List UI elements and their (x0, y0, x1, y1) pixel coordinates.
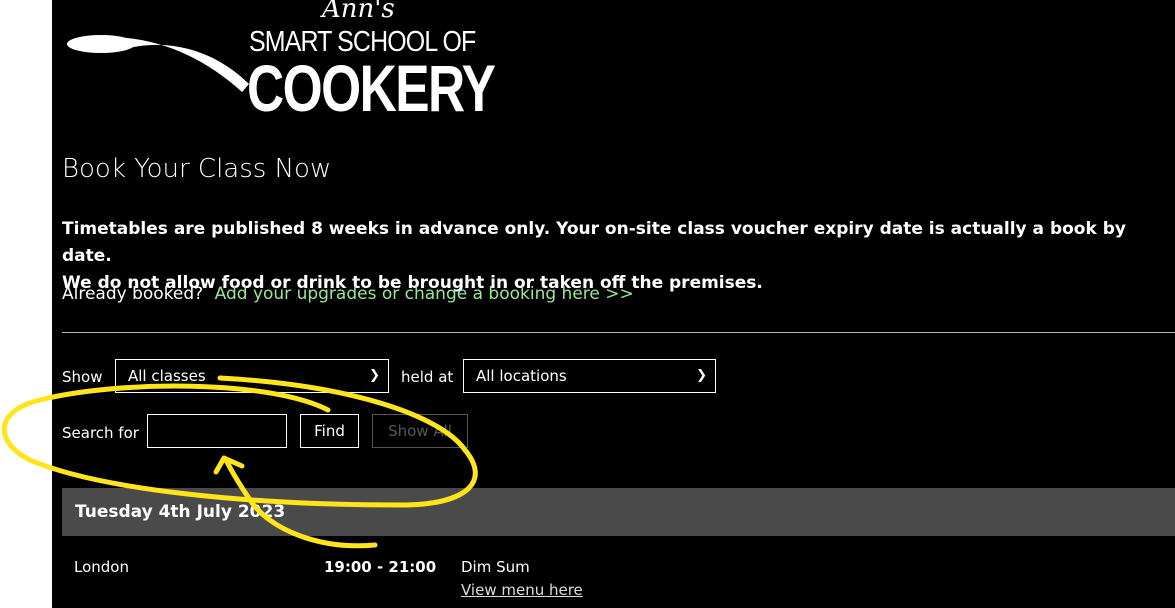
view-menu-link[interactable]: View menu here (461, 581, 583, 599)
location-select-value: All locations (476, 367, 567, 385)
logo-line2: COOKERY (247, 51, 496, 125)
booked-prompt: Already booked? (62, 284, 204, 304)
class-select-value: All classes (128, 367, 206, 385)
search-label: Search for (62, 424, 139, 442)
find-button[interactable]: Find (300, 414, 359, 448)
main-panel: Ann's SMART SCHOOL OF COOKERY Book Your … (52, 0, 1175, 608)
page-title: Book Your Class Now (62, 154, 332, 184)
notice-line1: Timetables are published 8 weeks in adva… (62, 219, 1126, 266)
divider (62, 332, 1175, 333)
already-booked: Already booked? Add your upgrades or cha… (62, 284, 634, 304)
logo-script: Ann's (322, 0, 395, 24)
class-select[interactable]: All classes ❯ (115, 359, 389, 393)
change-booking-link[interactable]: Add your upgrades or change a booking he… (215, 284, 634, 304)
location-select[interactable]: All locations ❯ (463, 359, 716, 393)
show-label: Show (62, 368, 103, 386)
chevron-down-icon: ❯ (696, 368, 707, 383)
spoon-icon (67, 35, 249, 92)
show-all-button[interactable]: Show All (372, 414, 468, 448)
chevron-down-icon: ❯ (369, 368, 380, 383)
date-header: Tuesday 4th July 2023 (62, 488, 1175, 536)
site-logo[interactable]: Ann's SMART SCHOOL OF COOKERY (67, 0, 496, 125)
class-location: London (74, 558, 129, 576)
class-name: Dim Sum (461, 558, 530, 576)
class-time: 19:00 - 21:00 (324, 558, 437, 576)
search-input[interactable] (147, 414, 287, 448)
held-at-label: held at (401, 368, 454, 386)
